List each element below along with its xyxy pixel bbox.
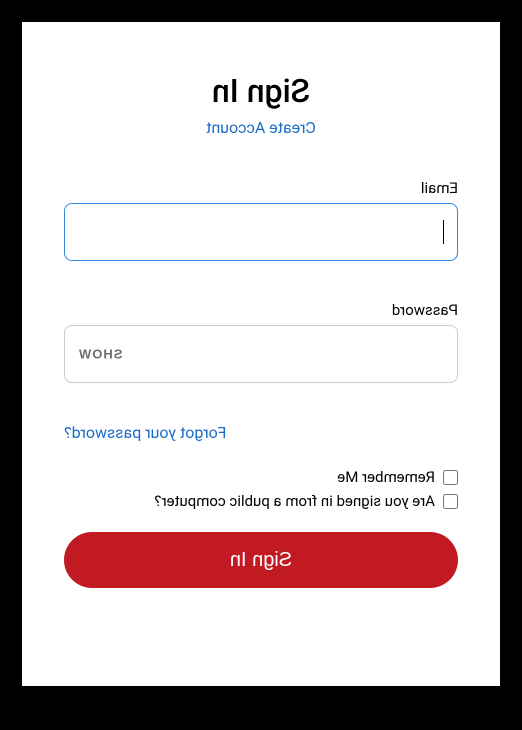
create-account-link[interactable]: Create Account	[64, 118, 458, 137]
email-field-group: Email	[64, 179, 458, 261]
email-field[interactable]	[64, 203, 458, 261]
public-computer-checkbox[interactable]	[443, 494, 458, 509]
public-computer-row: Are you signed in from a public computer…	[64, 492, 458, 510]
email-label: Email	[64, 179, 458, 197]
password-label: Password	[64, 301, 458, 319]
forgot-password-link[interactable]: Forgot your password?	[64, 423, 458, 442]
text-cursor-icon	[443, 220, 446, 244]
password-field-group: Password SHOW	[64, 301, 458, 383]
password-field[interactable]	[64, 325, 458, 383]
remember-me-row: Remember Me	[64, 468, 458, 486]
show-password-toggle[interactable]: SHOW	[78, 347, 122, 362]
public-computer-label: Are you signed in from a public computer…	[154, 492, 435, 510]
remember-me-label: Remember Me	[337, 468, 435, 486]
page-title: Sign In	[64, 72, 458, 110]
remember-me-checkbox[interactable]	[443, 470, 458, 485]
sign-in-button[interactable]: Sign In	[64, 532, 458, 588]
